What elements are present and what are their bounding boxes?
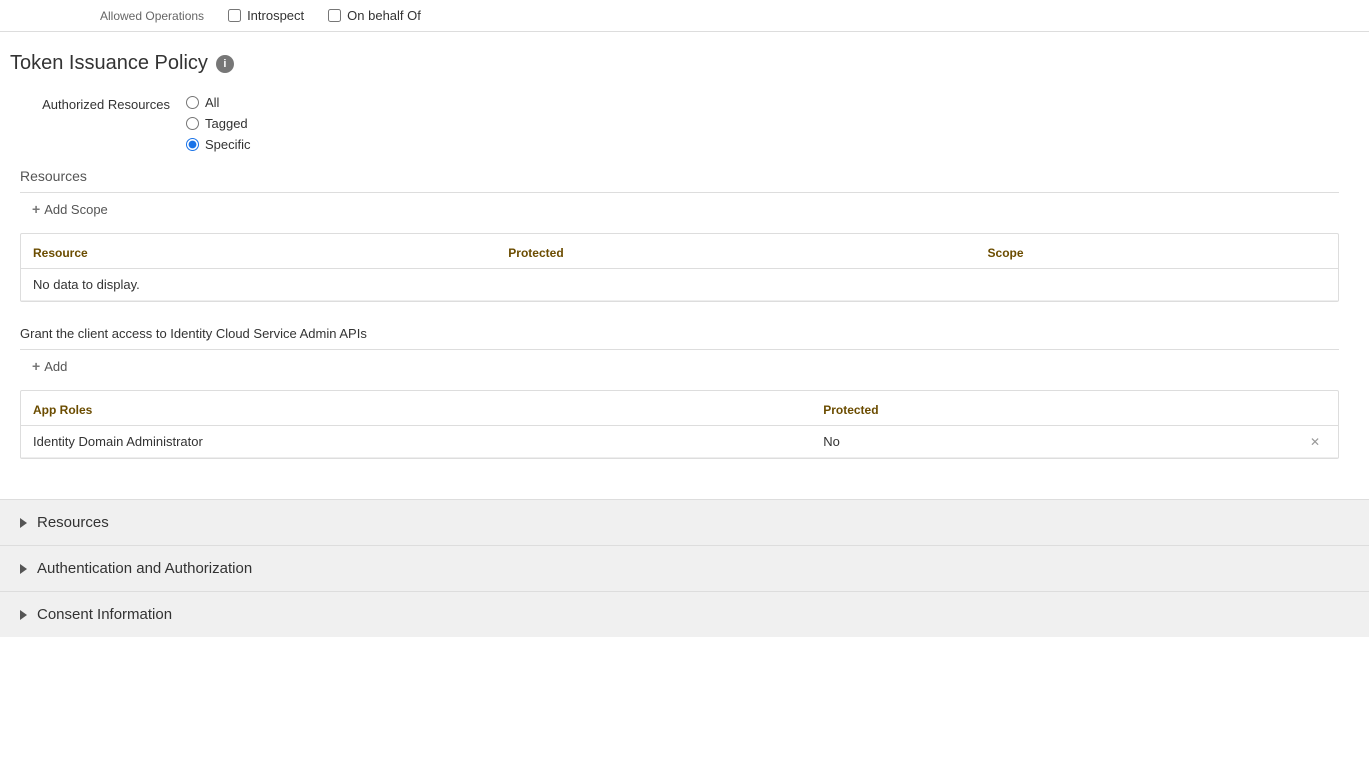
introspect-checkbox[interactable] (228, 9, 241, 22)
main-content: Token Issuance Policy i Authorized Resou… (0, 32, 1369, 479)
on-behalf-of-checkbox-group: On behalf Of (328, 8, 421, 23)
top-bar: Allowed Operations Introspect On behalf … (0, 0, 1369, 32)
radio-all[interactable] (186, 96, 199, 109)
allowed-operations-label: Allowed Operations (100, 9, 204, 23)
resources-no-data: No data to display. (21, 269, 1338, 301)
collapsible-sections: Resources Authentication and Authorizati… (0, 499, 1369, 637)
collapsible-auth-and-auth[interactable]: Authentication and Authorization (0, 545, 1369, 591)
collapsible-resources[interactable]: Resources (0, 499, 1369, 545)
collapsible-consent-label: Consent Information (37, 606, 172, 623)
authorized-resources-row: Authorized Resources All Tagged Specific (10, 95, 1339, 152)
grant-title: Grant the client access to Identity Clou… (20, 326, 1339, 341)
col-app-roles: App Roles (21, 395, 811, 426)
collapsible-resources-label: Resources (37, 514, 109, 531)
radio-all-label[interactable]: All (205, 95, 219, 110)
radio-tagged[interactable] (186, 117, 199, 130)
delete-row-icon[interactable]: ✕ (1310, 435, 1320, 449)
radio-option-tagged: Tagged (186, 116, 251, 131)
grant-table-header-row: App Roles Protected (21, 395, 1338, 426)
resources-table-container: Resource Protected Scope No data to disp… (20, 233, 1339, 302)
grant-divider (20, 349, 1339, 350)
col-actions (1298, 395, 1338, 426)
resources-no-data-row: No data to display. (21, 269, 1338, 301)
collapsible-auth-label: Authentication and Authorization (37, 560, 252, 577)
radio-specific[interactable] (186, 138, 199, 151)
add-button[interactable]: + Add (20, 350, 79, 382)
authorized-resources-label: Authorized Resources (10, 95, 170, 112)
add-plus-icon: + (32, 358, 40, 374)
delete-cell: ✕ (1298, 426, 1338, 458)
auth-chevron-icon (20, 564, 27, 574)
add-label: Add (44, 359, 67, 374)
resources-divider (20, 192, 1339, 193)
col-protected: Protected (496, 238, 975, 269)
consent-chevron-icon (20, 610, 27, 620)
introspect-label[interactable]: Introspect (247, 8, 304, 23)
resources-subsection: Resources + Add Scope Resource Protected… (20, 168, 1339, 302)
radio-option-specific: Specific (186, 137, 251, 152)
resources-table: Resource Protected Scope No data to disp… (21, 238, 1338, 301)
radio-specific-label[interactable]: Specific (205, 137, 251, 152)
col-resource: Resource (21, 238, 496, 269)
add-scope-label: Add Scope (44, 202, 108, 217)
radio-tagged-label[interactable]: Tagged (205, 116, 248, 131)
on-behalf-of-checkbox[interactable] (328, 9, 341, 22)
token-issuance-policy-title: Token Issuance Policy (10, 52, 208, 75)
protected-cell: No (811, 426, 1298, 458)
resources-table-header-row: Resource Protected Scope (21, 238, 1338, 269)
radio-option-all: All (186, 95, 251, 110)
add-scope-plus-icon: + (32, 201, 40, 217)
info-icon[interactable]: i (216, 55, 234, 73)
grant-section: Grant the client access to Identity Clou… (20, 326, 1339, 459)
on-behalf-of-label[interactable]: On behalf Of (347, 8, 421, 23)
add-scope-button[interactable]: + Add Scope (20, 193, 120, 225)
grant-table: App Roles Protected Identity Domain Admi… (21, 395, 1338, 458)
grant-table-container: App Roles Protected Identity Domain Admi… (20, 390, 1339, 459)
collapsible-consent[interactable]: Consent Information (0, 591, 1369, 637)
resources-chevron-icon (20, 518, 27, 528)
token-issuance-policy-header: Token Issuance Policy i (10, 52, 1339, 75)
col-scope: Scope (976, 238, 1338, 269)
col-grant-protected: Protected (811, 395, 1298, 426)
introspect-checkbox-group: Introspect (228, 8, 304, 23)
resources-subsection-title: Resources (20, 168, 1339, 184)
app-role-cell: Identity Domain Administrator (21, 426, 811, 458)
authorized-resources-radio-group: All Tagged Specific (186, 95, 251, 152)
table-row: Identity Domain Administrator No ✕ (21, 426, 1338, 458)
